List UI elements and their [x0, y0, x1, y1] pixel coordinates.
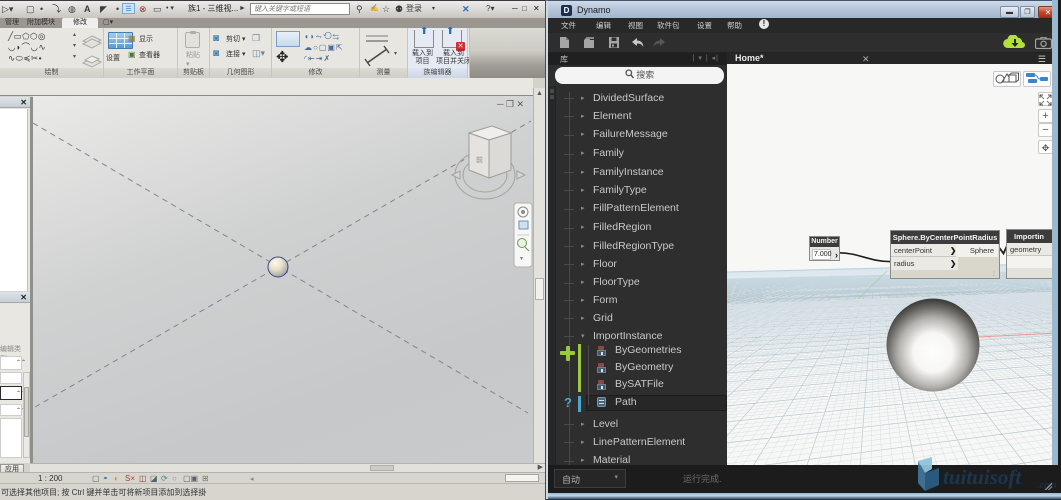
svg-text:─ ❐ ✕: ─ ❐ ✕ — [496, 99, 524, 109]
svg-text:前: 前 — [476, 155, 483, 164]
svg-text:▾: ▾ — [520, 256, 523, 262]
svg-text:tuituisoft: tuituisoft — [943, 465, 1022, 489]
